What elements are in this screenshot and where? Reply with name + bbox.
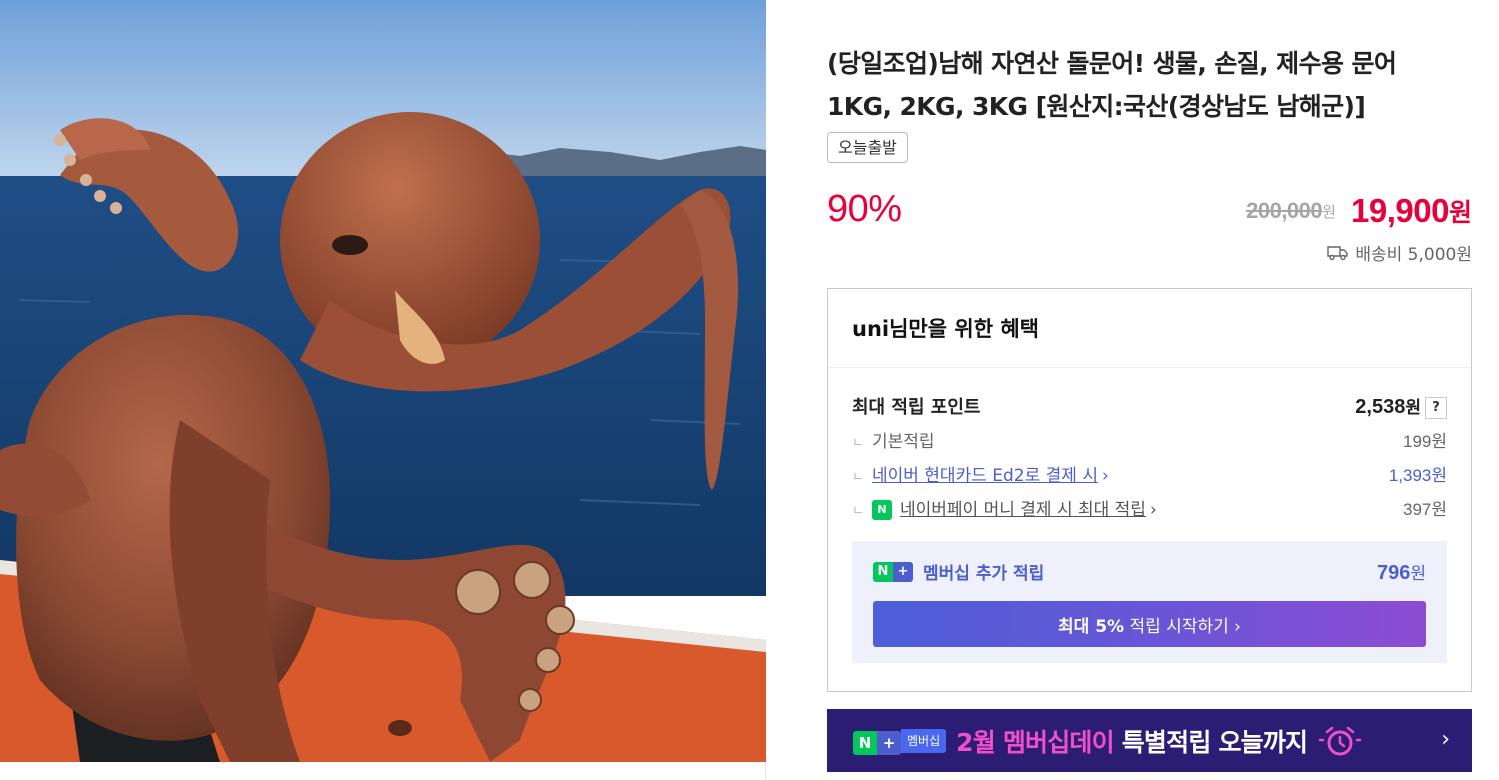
- naverpay-icon: N: [871, 500, 892, 520]
- naver-plus-icon: N +: [873, 561, 913, 582]
- today-ship-badge: 오늘출발: [827, 132, 908, 163]
- start-membership-button[interactable]: 최대 5% 적립 시작하기 ›: [873, 601, 1426, 647]
- naver-plus-icon: N +: [853, 730, 901, 755]
- membership-points: 796: [1376, 562, 1411, 584]
- banner-headline: 2월 멤버십데이 특별적립 오늘까지: [956, 723, 1308, 759]
- indent-mark: ㄴ: [852, 436, 864, 451]
- benefit-box: uni님만을 위한 혜택 최대 적립 포인트 2,538원? ㄴ 기본적립 199…: [827, 288, 1472, 692]
- chevron-right-icon: ›: [1441, 727, 1450, 752]
- truck-icon: [1327, 245, 1349, 260]
- max-points-number: 2,538: [1355, 396, 1406, 418]
- product-image[interactable]: [0, 0, 766, 762]
- sale-price-unit: 원: [1448, 198, 1472, 227]
- max-points-value: 2,538원?: [1355, 393, 1447, 419]
- membership-day-banner[interactable]: N + 멤버십 2월 멤버십데이 특별적립 오늘까지 ›: [827, 709, 1472, 772]
- basic-points-value: 199원: [1402, 432, 1447, 451]
- original-price: 200,000: [1246, 198, 1323, 223]
- npay-points-row[interactable]: ㄴ N 네이버페이 머니 결제 시 최대 적립 › 397원: [852, 495, 1447, 520]
- benefit-heading: uni님만을 위한 혜택: [852, 317, 1039, 341]
- membership-panel: N + 멤버십 추가 적립 796원 최대 5% 적립 시작하기 ›: [852, 541, 1447, 663]
- image-bottom-border: [0, 762, 766, 780]
- card-points-row[interactable]: ㄴ 네이버 현대카드 Ed2로 결제 시 › 1,393원: [852, 461, 1447, 486]
- max-points-unit: 원: [1405, 398, 1421, 418]
- npay-points-value: 397원: [1402, 500, 1447, 519]
- divider: [828, 367, 1471, 368]
- card-points-value: 1,393원: [1388, 466, 1447, 485]
- shipping-fee: 배송비 5,000원: [1355, 245, 1472, 265]
- banner-pink-text: 2월 멤버십데이: [956, 727, 1115, 757]
- banner-white-text: 특별적립 오늘까지: [1121, 727, 1308, 757]
- basic-points-row: ㄴ 기본적립 199원: [852, 427, 1447, 452]
- button-bold-text: 최대 5%: [1058, 616, 1125, 637]
- chevron-right-icon: ›: [1101, 466, 1109, 486]
- indent-mark: ㄴ: [852, 504, 864, 519]
- membership-unit: 원: [1410, 564, 1426, 584]
- product-title: (당일조업)남해 자연산 돌문어! 생물, 손질, 제수용 문어 1KG, 2K…: [827, 49, 1397, 121]
- max-points-label: 최대 적립 포인트: [852, 397, 981, 418]
- discount-rate: 90%: [827, 188, 902, 230]
- basic-points-label: 기본적립: [871, 432, 935, 452]
- octopus-photo: [0, 0, 766, 762]
- help-button[interactable]: ?: [1425, 397, 1447, 419]
- membership-tag: 멤버십: [901, 728, 947, 753]
- alarm-clock-icon: [1319, 726, 1362, 755]
- price-box: 200,000원 19,900원: [1246, 192, 1472, 230]
- button-text: 적립 시작하기 ›: [1129, 616, 1241, 637]
- original-price-unit: 원: [1322, 202, 1336, 221]
- card-points-link[interactable]: 네이버 현대카드 Ed2로 결제 시: [872, 466, 1098, 486]
- max-points-row: 최대 적립 포인트 2,538원?: [852, 393, 1447, 419]
- npay-points-link[interactable]: 네이버페이 머니 결제 시 최대 적립: [900, 500, 1146, 520]
- indent-mark: ㄴ: [852, 470, 864, 485]
- membership-value: 796원: [1377, 559, 1426, 585]
- chevron-right-icon: ›: [1149, 500, 1157, 520]
- membership-label: N + 멤버십 추가 적립: [873, 559, 1044, 584]
- membership-label-text: 멤버십 추가 적립: [923, 564, 1045, 584]
- sale-price: 19,900: [1351, 192, 1449, 229]
- shipping-info: 배송비 5,000원: [1327, 240, 1472, 265]
